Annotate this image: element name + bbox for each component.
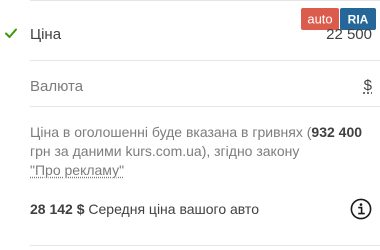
divider — [30, 245, 380, 246]
check-icon — [5, 28, 17, 38]
logo-word-auto: auto — [307, 12, 332, 27]
top-divider — [30, 0, 380, 1]
price-value: 22 500 — [326, 26, 372, 43]
average-price-amount: 28 142 $ — [30, 201, 85, 217]
currency-selector[interactable]: $ — [364, 77, 372, 94]
average-price-label: Середня ціна вашого авто — [84, 201, 259, 217]
price-label: Ціна — [30, 26, 62, 43]
divider — [30, 60, 380, 61]
advertising-law-link[interactable]: "Про рекламу" — [30, 162, 124, 178]
divider — [30, 106, 380, 107]
currency-note: Ціна в оголошенні буде вказана в гривнях… — [30, 123, 375, 180]
note-text-before: Ціна в оголошенні буде вказана в гривнях… — [30, 124, 312, 140]
info-icon[interactable] — [350, 198, 372, 220]
average-price-row: 28 142 $ Середня ціна вашого авто — [30, 201, 259, 217]
note-text-middle: грн за даними kurs.com.ua), згідно закон… — [30, 143, 300, 159]
currency-label: Валюта — [30, 78, 84, 95]
note-uah-amount: 932 400 — [311, 124, 363, 140]
logo-word-ria: RIA — [348, 13, 369, 27]
